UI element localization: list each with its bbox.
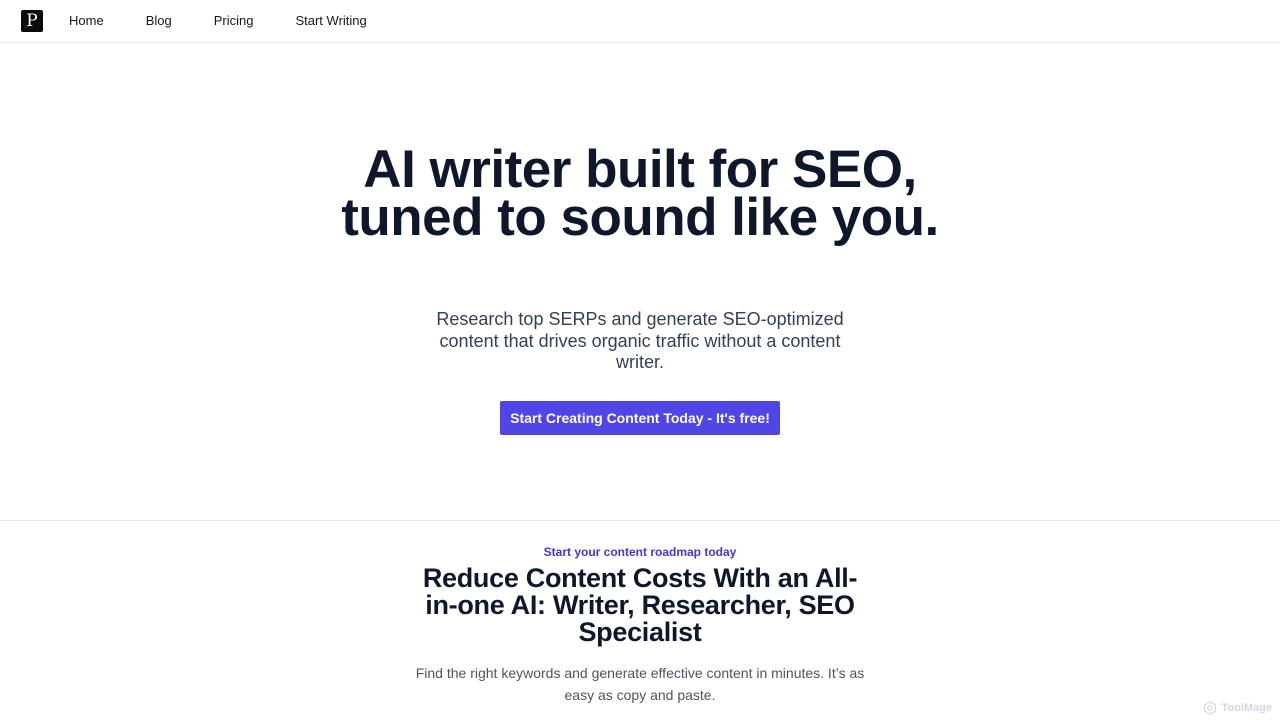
nav-link-pricing[interactable]: Pricing <box>214 12 254 30</box>
section-eyebrow: Start your content roadmap today <box>543 545 737 559</box>
nav-link-blog[interactable]: Blog <box>146 12 172 30</box>
hero-subtitle: Research top SERPs and generate SEO-opti… <box>436 309 844 372</box>
nav-link-start-writing[interactable]: Start Writing <box>295 12 366 30</box>
hero-section: AI writer built for SEO, tuned to sound … <box>0 44 1280 520</box>
watermark-text: ToolMage <box>1221 702 1272 714</box>
hero-title: AI writer built for SEO, tuned to sound … <box>341 140 939 247</box>
brand-logo[interactable]: P <box>21 10 43 32</box>
top-navbar: P Home Blog Pricing Start Writing <box>0 0 1280 43</box>
section-title: Reduce Content Costs With an All-in-one … <box>422 563 858 647</box>
section-description: Find the right keywords and generate eff… <box>415 665 865 703</box>
toolmage-logo-icon <box>1204 701 1217 715</box>
nav-link-home[interactable]: Home <box>69 12 104 30</box>
features-section: Start your content roadmap today Reduce … <box>0 521 1280 720</box>
watermark: ToolMage <box>1203 701 1272 715</box>
start-creating-content-button[interactable]: Start Creating Content Today - It's free… <box>500 401 780 435</box>
